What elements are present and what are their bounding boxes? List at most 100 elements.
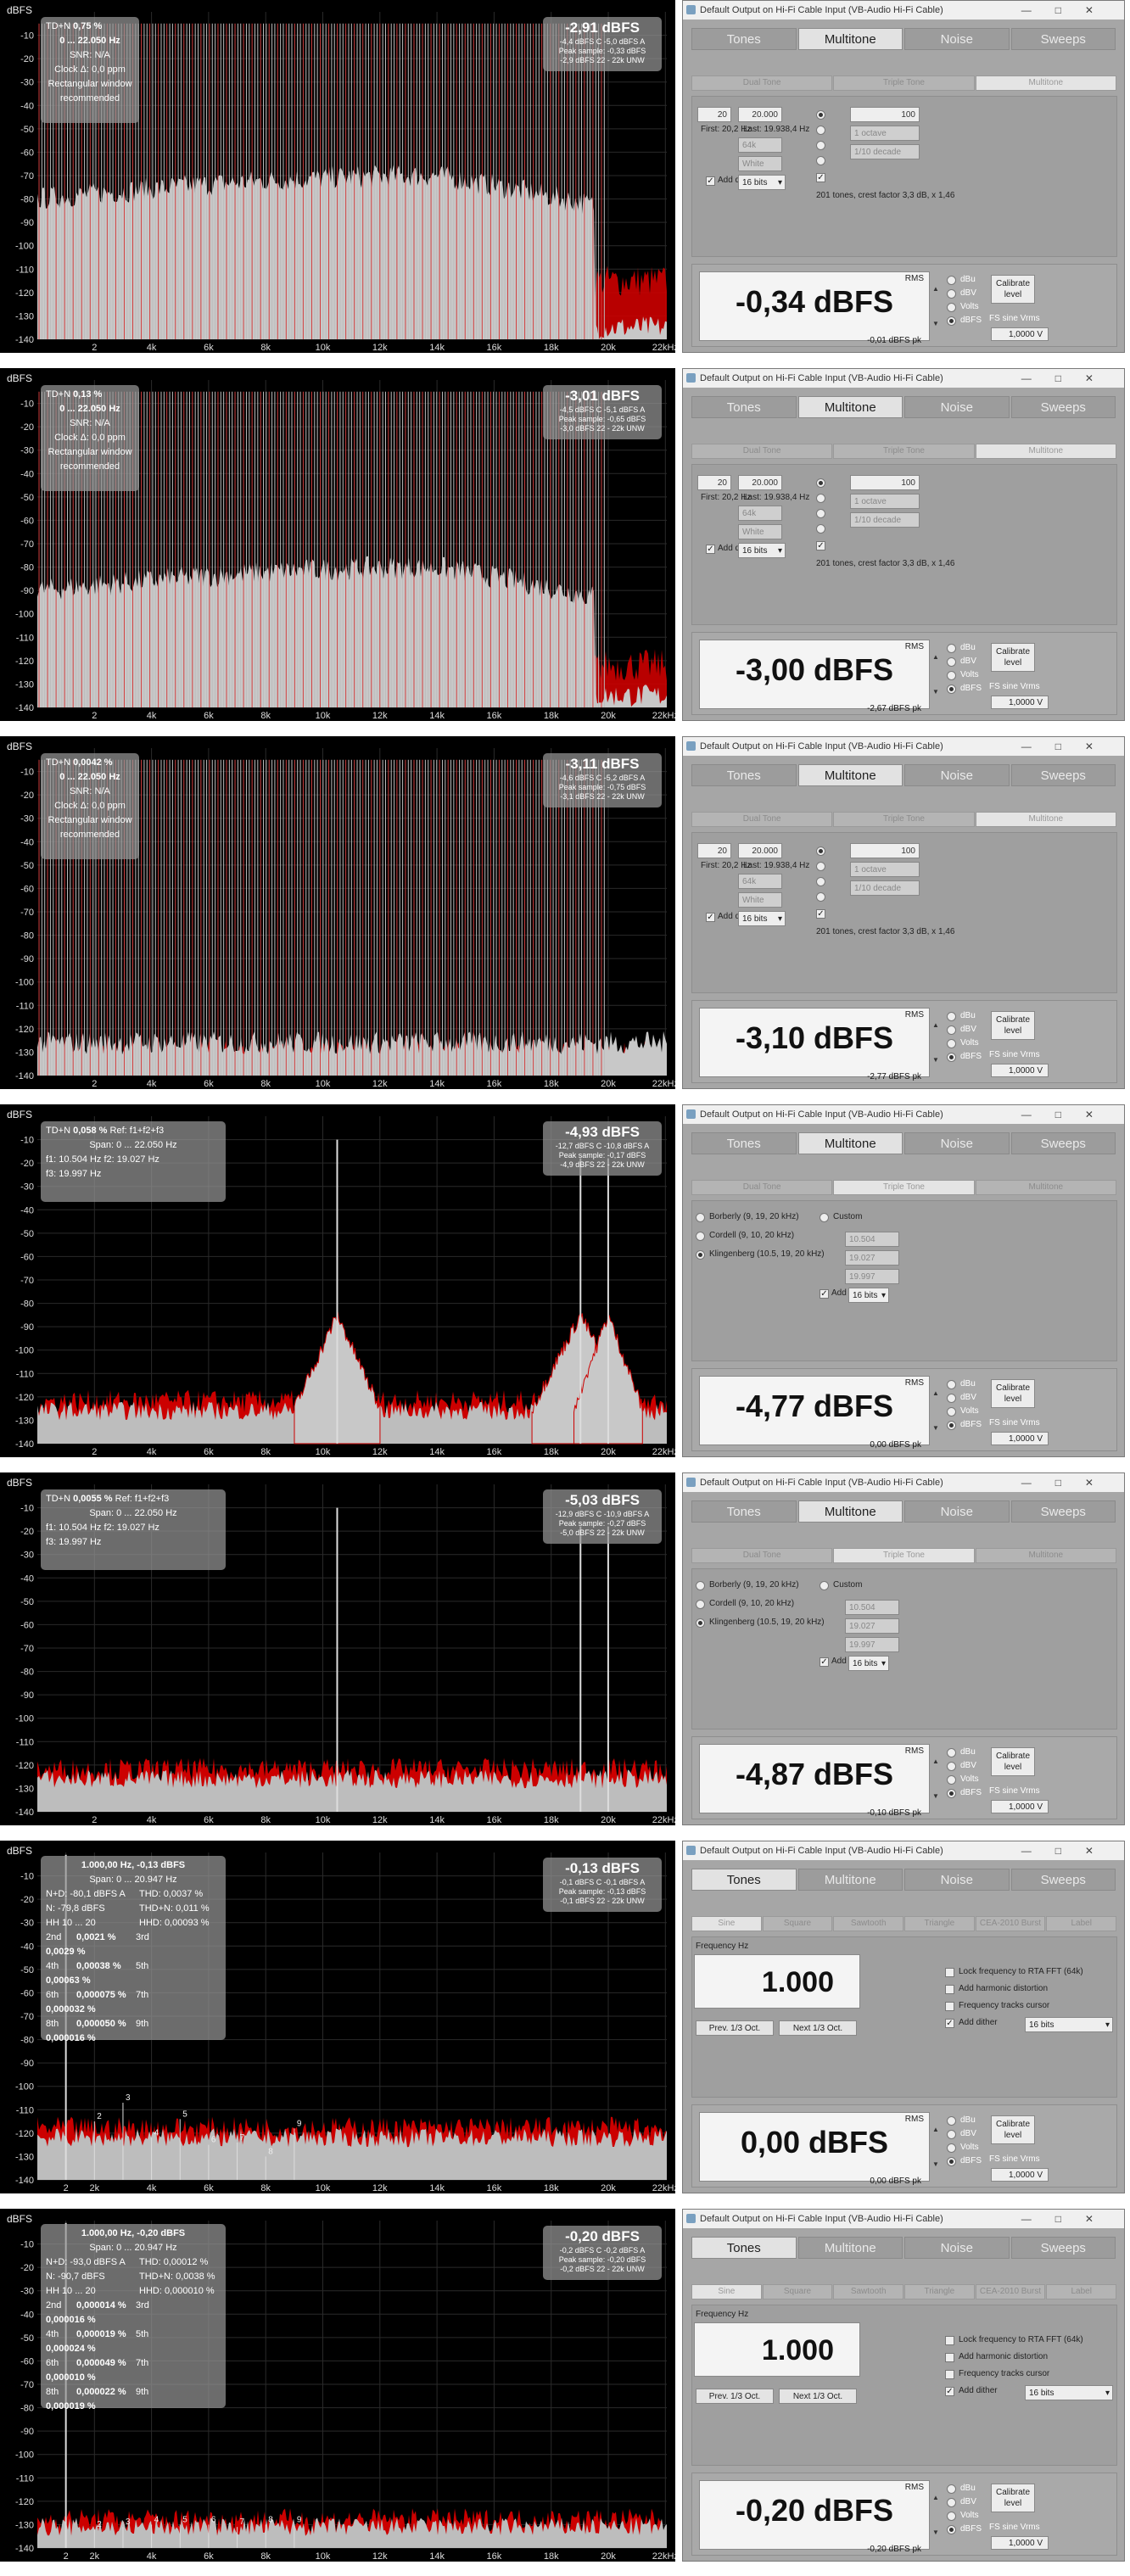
subtab-0[interactable]: Dual Tone <box>691 1548 833 1563</box>
checkbox-add_dither[interactable]: ✓ <box>945 2387 954 2396</box>
add-dither-checkbox[interactable]: ✓ <box>820 1657 829 1667</box>
checkbox-lock_freq[interactable] <box>945 2336 954 2345</box>
fs-sine-value[interactable]: 1,0000 V <box>991 1432 1049 1445</box>
generator-window[interactable]: Default Output on Hi-Fi Cable Input (VB-… <box>682 0 1125 353</box>
rms-display[interactable]: RMS -3,00 dBFS <box>699 640 930 709</box>
mode-radio[interactable] <box>816 141 825 150</box>
generator-window[interactable]: Default Output on Hi-Fi Cable Input (VB-… <box>682 736 1125 1089</box>
bits-select[interactable]: 16 bits <box>848 1288 889 1304</box>
window-controls[interactable]: —□✕ <box>1021 2210 1117 2228</box>
spinner-up-icon[interactable]: ▲ <box>931 2480 940 2515</box>
last-field[interactable]: 20.000 <box>738 843 782 858</box>
mode-radio[interactable] <box>816 877 825 886</box>
unit-radio[interactable] <box>947 276 956 285</box>
subtab-5[interactable]: Label <box>1046 1916 1117 1931</box>
tab-sweeps[interactable]: Sweeps <box>1010 396 1116 418</box>
tab-tones[interactable]: Tones <box>691 1132 797 1154</box>
unit-radio[interactable] <box>947 2157 956 2166</box>
unit-radio[interactable] <box>947 2116 956 2126</box>
tones-count-field[interactable]: 100 <box>850 107 920 122</box>
subtab-2[interactable]: Sawtooth <box>833 2284 904 2299</box>
prev-octave-button[interactable]: Prev. 1/3 Oct. <box>696 2020 774 2036</box>
subtab-1[interactable]: Triple Tone <box>833 1548 975 1563</box>
spinner-up-icon[interactable]: ▲ <box>931 1376 940 1411</box>
spinner-down-icon[interactable]: ▼ <box>931 2147 940 2182</box>
tab-multitone[interactable]: Multitone <box>797 1869 903 1891</box>
mode-radio[interactable] <box>816 494 825 503</box>
checkbox-freq_tracks[interactable] <box>945 2002 954 2011</box>
unit-option[interactable]: Volts <box>947 1405 998 1418</box>
mode-radio[interactable] <box>816 478 825 488</box>
unit-radio[interactable] <box>947 1012 956 1021</box>
unit-radio[interactable] <box>947 657 956 667</box>
calibrate-level-button[interactable]: Calibrate level <box>991 2115 1035 2144</box>
window-controls[interactable]: —□✕ <box>1021 1105 1117 1124</box>
level-spinner[interactable]: ▲ ▼ <box>931 1376 940 1445</box>
unit-radio[interactable] <box>947 1025 956 1035</box>
unit-option[interactable]: dBu <box>947 273 998 287</box>
tab-multitone[interactable]: Multitone <box>797 2237 903 2259</box>
spinner-up-icon[interactable]: ▲ <box>931 271 940 306</box>
tab-noise[interactable]: Noise <box>904 1869 1010 1891</box>
subtab-0[interactable]: Dual Tone <box>691 812 833 827</box>
triple-preset-radio[interactable] <box>696 1232 705 1241</box>
rms-display[interactable]: RMS -0,34 dBFS <box>699 271 930 341</box>
subtab-1[interactable]: Triple Tone <box>833 812 975 827</box>
tab-tones[interactable]: Tones <box>691 764 797 786</box>
option-checkbox[interactable]: ✓ <box>816 909 825 919</box>
bits-select[interactable]: 16 bits <box>1025 2017 1113 2033</box>
tones-count-field[interactable]: 100 <box>850 475 920 490</box>
subtab-4[interactable]: CEA-2010 Burst <box>975 2284 1046 2299</box>
unit-radio[interactable] <box>947 1789 956 1798</box>
unit-option[interactable]: Volts <box>947 2141 998 2154</box>
calibrate-level-button[interactable]: Calibrate level <box>991 643 1035 672</box>
mode-radio[interactable] <box>816 509 825 518</box>
unit-option[interactable]: dBV <box>947 2127 998 2141</box>
unit-radio[interactable] <box>947 289 956 299</box>
generator-subtabs[interactable]: Sine Square Sawtooth Triangle CEA-2010 Burst… <box>691 1916 1117 1931</box>
custom-radio[interactable] <box>820 1581 829 1590</box>
generator-tabs[interactable]: Tones Multitone Noise Sweeps <box>691 1869 1117 1892</box>
last-field[interactable]: 20.000 <box>738 475 782 490</box>
bits-select[interactable]: 16 bits <box>738 175 786 191</box>
tab-sweeps[interactable]: Sweeps <box>1010 1869 1116 1891</box>
tab-sweeps[interactable]: Sweeps <box>1010 2237 1116 2259</box>
unit-option[interactable]: dBu <box>947 641 998 655</box>
subtab-0[interactable]: Dual Tone <box>691 444 833 459</box>
window-controls[interactable]: —□✕ <box>1021 369 1117 388</box>
generator-tabs[interactable]: Tones Multitone Noise Sweeps <box>691 764 1117 788</box>
unit-radio[interactable] <box>947 1775 956 1785</box>
checkbox-add_dither[interactable]: ✓ <box>945 2019 954 2028</box>
tab-noise[interactable]: Noise <box>904 396 1010 418</box>
spinner-down-icon[interactable]: ▼ <box>931 1042 940 1077</box>
rms-display[interactable]: RMS -3,10 dBFS <box>699 1008 930 1077</box>
generator-subtabs[interactable]: Dual Tone Triple Tone Multitone <box>691 1548 1117 1563</box>
triple-preset-radio[interactable] <box>696 1213 705 1222</box>
unit-radio[interactable] <box>947 2498 956 2507</box>
mode-radio[interactable] <box>816 110 825 120</box>
tab-multitone[interactable]: Multitone <box>797 764 903 786</box>
subtab-0[interactable]: Dual Tone <box>691 1180 833 1195</box>
generator-tabs[interactable]: Tones Multitone Noise Sweeps <box>691 1500 1117 1524</box>
option-checkbox[interactable]: ✓ <box>816 173 825 182</box>
unit-radio[interactable] <box>947 671 956 680</box>
subtab-2[interactable]: Sawtooth <box>833 1916 904 1931</box>
generator-subtabs[interactable]: Dual Tone Triple Tone Multitone <box>691 812 1117 827</box>
fs-sine-value[interactable]: 1,0000 V <box>991 2168 1049 2182</box>
tab-noise[interactable]: Noise <box>904 2237 1010 2259</box>
subtab-4[interactable]: CEA-2010 Burst <box>975 1916 1046 1931</box>
mode-radio[interactable] <box>816 892 825 902</box>
triple-preset-radio[interactable] <box>696 1250 705 1260</box>
subtab-3[interactable]: Triangle <box>904 1916 975 1931</box>
unit-radio[interactable] <box>947 2484 956 2494</box>
generator-tabs[interactable]: Tones Multitone Noise Sweeps <box>691 2237 1117 2260</box>
unit-radio[interactable] <box>947 1039 956 1048</box>
unit-radio[interactable] <box>947 2143 956 2153</box>
rms-display[interactable]: RMS -0,20 dBFS <box>699 2480 930 2550</box>
subtab-3[interactable]: Triangle <box>904 2284 975 2299</box>
unit-option[interactable]: dBu <box>947 2482 998 2495</box>
unit-radio[interactable] <box>947 685 956 694</box>
checkbox-add_harm[interactable] <box>945 1985 954 1994</box>
tab-tones[interactable]: Tones <box>691 1500 797 1523</box>
generator-window[interactable]: Default Output on Hi-Fi Cable Input (VB-… <box>682 1472 1125 1825</box>
